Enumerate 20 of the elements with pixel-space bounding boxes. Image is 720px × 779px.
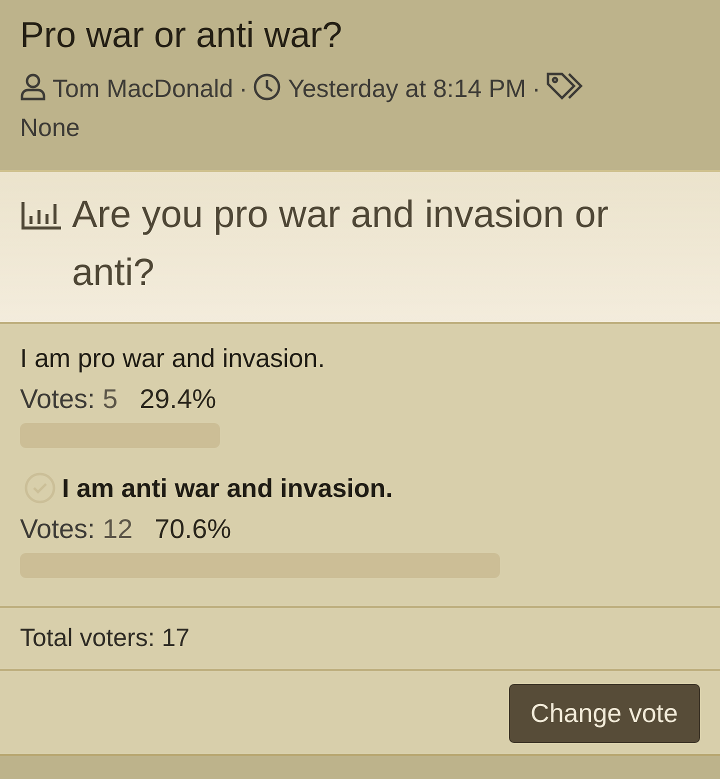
change-vote-button[interactable]: Change vote bbox=[508, 684, 700, 743]
vote-percent: 70.6% bbox=[154, 514, 232, 545]
thread-title: Pro war or anti war? bbox=[20, 14, 344, 56]
votes-label: Votes: bbox=[20, 514, 96, 544]
author-link[interactable]: Tom MacDonald bbox=[52, 75, 234, 103]
vote-count: 5 bbox=[102, 384, 118, 414]
post-time[interactable]: Yesterday at 8:14 PM bbox=[288, 75, 526, 103]
tags-value: None bbox=[20, 114, 80, 142]
clock-icon bbox=[253, 73, 282, 101]
separator-dot: · bbox=[239, 75, 248, 103]
vote-percent: 29.4% bbox=[140, 384, 216, 415]
user-icon bbox=[20, 73, 46, 101]
option-text: I am anti war and invasion. bbox=[62, 472, 393, 504]
votes-label: Votes: bbox=[20, 384, 96, 414]
option-text: I am pro war and invasion. bbox=[20, 342, 325, 374]
separator-dot: · bbox=[532, 75, 540, 103]
tags-icon bbox=[546, 71, 584, 101]
bar-chart-icon bbox=[20, 200, 62, 230]
poll-question: Are you pro war and invasion or anti? bbox=[72, 193, 610, 296]
vote-count: 12 bbox=[102, 514, 133, 544]
